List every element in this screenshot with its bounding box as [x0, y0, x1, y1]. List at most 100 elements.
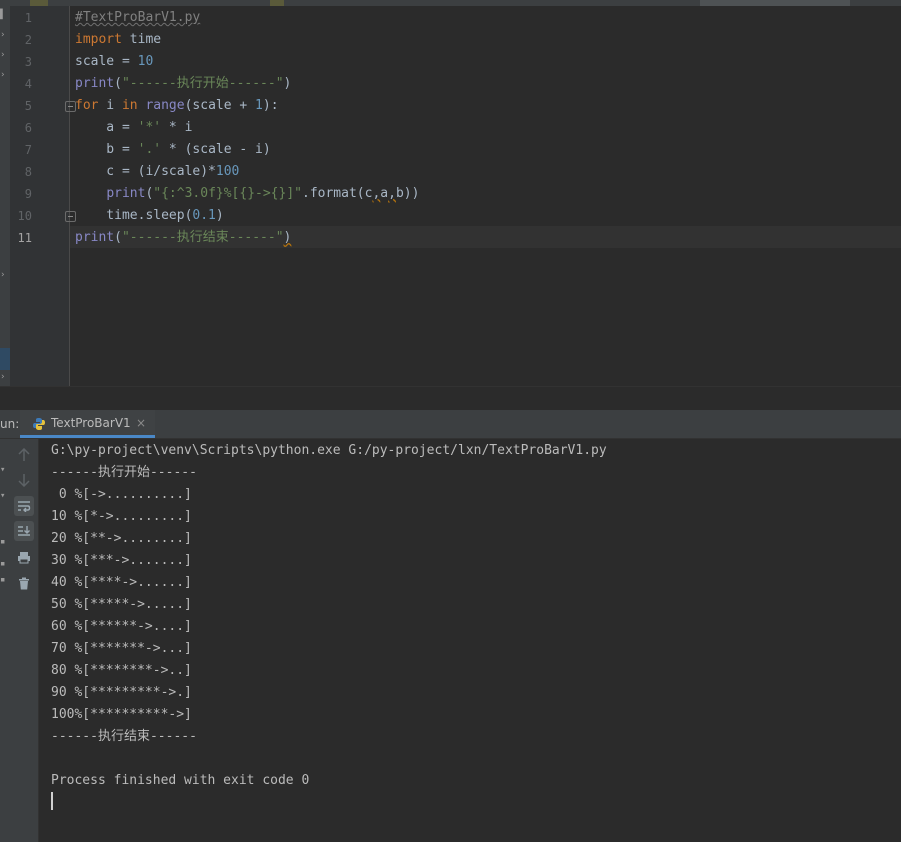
- run-panel-header: un: TextProBarV1 ×: [0, 410, 901, 439]
- code-token: (: [114, 76, 122, 91]
- chevron-icon[interactable]: ›: [0, 372, 10, 382]
- close-icon[interactable]: ×: [136, 410, 146, 436]
- console-line: 90 %[*********->.]: [51, 685, 192, 700]
- fold-marker-icon[interactable]: [65, 101, 76, 112]
- code-token: c = (i/scale)*: [75, 164, 216, 179]
- code-token: (: [114, 230, 122, 245]
- fold-marker-icon[interactable]: [65, 211, 76, 222]
- line-number: 11: [17, 231, 32, 245]
- console-line: G:\py-project\venv\Scripts\python.exe G:…: [51, 443, 607, 458]
- code-token: time.sleep(: [75, 208, 193, 223]
- strip-glyph: ▾: [0, 465, 6, 475]
- code-token: in: [121, 98, 138, 113]
- selected-project-item[interactable]: [0, 348, 10, 370]
- code-line[interactable]: c = (i/scale)*100: [75, 161, 239, 183]
- code-line[interactable]: print("------执行结束------"): [75, 227, 291, 249]
- console-line: 80 %[********->..]: [51, 663, 192, 678]
- strip-glyph: ▌: [0, 10, 6, 20]
- run-console-output[interactable]: G:\py-project\venv\Scripts\python.exe G:…: [39, 439, 901, 842]
- line-number: 10: [17, 209, 32, 223]
- console-line: 0 %[->..........]: [51, 487, 192, 502]
- code-line[interactable]: for i in range(scale + 1):: [75, 95, 279, 117]
- code-token: ): [283, 230, 292, 245]
- console-line: 50 %[*****->.....]: [51, 597, 192, 612]
- code-line[interactable]: import time: [75, 29, 161, 51]
- left-tool-strip: ▌ › › › › ›: [0, 6, 10, 410]
- run-toolbar: ▾ ▾ ▪ ▪ ▪: [0, 439, 39, 842]
- code-token: range: [145, 98, 185, 113]
- console-line: ------执行结束------: [51, 729, 197, 744]
- console-line: 10 %[*->.........]: [51, 509, 192, 524]
- code-token: '*': [137, 120, 162, 135]
- chevron-icon[interactable]: ›: [0, 270, 10, 280]
- code-token: (scale +: [184, 98, 256, 113]
- soft-wrap-icon[interactable]: [14, 496, 34, 516]
- console-line: 20 %[**->........]: [51, 531, 192, 546]
- code-token: "------执行结束------": [121, 230, 284, 245]
- chevron-icon[interactable]: ›: [0, 50, 10, 60]
- console-line: 70 %[*******->...]: [51, 641, 192, 656]
- code-line[interactable]: print("{:^3.0f}%[{}->{}]".format(c,a,b)): [75, 183, 419, 205]
- code-token: ):: [262, 98, 279, 113]
- trash-icon[interactable]: [14, 573, 34, 593]
- code-token: a =: [75, 120, 138, 135]
- line-number-gutter: 1 2 3 4 5 6 7 8 9 10 11: [10, 6, 70, 386]
- scroll-to-end-icon[interactable]: [14, 521, 34, 541]
- strip-glyph: ▪: [0, 537, 6, 547]
- code-token: import: [75, 32, 122, 47]
- console-line: 60 %[******->....]: [51, 619, 192, 634]
- code-token: #TextProBarV1.py: [75, 10, 201, 25]
- code-token: b =: [75, 142, 138, 157]
- code-token: 100: [215, 164, 240, 179]
- code-token: ,: [388, 186, 396, 201]
- code-token: a: [380, 186, 389, 201]
- code-line[interactable]: time.sleep(0.1): [75, 205, 224, 227]
- run-panel-label: un:: [0, 417, 20, 431]
- code-line[interactable]: print("------执行开始------"): [75, 73, 291, 95]
- strip-glyph: ▪: [0, 559, 6, 569]
- line-number: 2: [24, 33, 32, 47]
- line-number: 3: [24, 55, 32, 69]
- code-token: 10: [137, 54, 154, 69]
- code-token: print: [106, 186, 146, 201]
- code-token: 0.1: [192, 208, 216, 223]
- code-line[interactable]: #TextProBarV1.py: [75, 7, 200, 29]
- run-tab-title: TextProBarV1: [51, 416, 131, 430]
- line-number: 5: [24, 99, 32, 113]
- code-token: b)): [395, 186, 420, 201]
- console-line: 100%[**********->]: [51, 707, 192, 722]
- line-number: 9: [24, 187, 32, 201]
- code-token: '.': [137, 142, 162, 157]
- code-line[interactable]: a = '*' * i: [75, 117, 192, 139]
- code-token: i: [98, 98, 122, 113]
- line-number: 7: [24, 143, 32, 157]
- code-token: "------执行开始------": [121, 76, 284, 91]
- print-icon[interactable]: [14, 547, 34, 567]
- code-token: time: [121, 32, 162, 47]
- code-token: * (scale - i): [161, 142, 271, 157]
- run-tab-textprobarv1[interactable]: TextProBarV1 ×: [20, 410, 155, 438]
- code-token: print: [75, 230, 115, 245]
- code-token: 1: [255, 98, 263, 113]
- code-token: print: [75, 76, 115, 91]
- strip-glyph: ▾: [0, 491, 6, 501]
- chevron-icon[interactable]: ›: [0, 30, 10, 40]
- down-arrow-icon[interactable]: [14, 470, 34, 490]
- editor-console-divider[interactable]: [0, 386, 901, 411]
- line-number: 8: [24, 165, 32, 179]
- console-line: Process finished with exit code 0: [51, 773, 310, 788]
- code-token: for: [75, 98, 99, 113]
- code-line[interactable]: b = '.' * (scale - i): [75, 139, 271, 161]
- strip-glyph: ▪: [0, 575, 6, 585]
- code-token: ): [283, 76, 292, 91]
- code-line[interactable]: scale = 10: [75, 51, 153, 73]
- code-token: .format(c: [302, 186, 373, 201]
- code-editor[interactable]: 1 2 3 4 5 6 7 8 9 10 11 #TextProBarV1.py import tim…: [10, 6, 901, 386]
- chevron-icon[interactable]: ›: [0, 70, 10, 80]
- code-token: "{:^3.0f}%[{}->{}]": [153, 186, 302, 201]
- console-line: ------执行开始------: [51, 465, 197, 480]
- console-line: 30 %[***->.......]: [51, 553, 192, 568]
- up-arrow-icon[interactable]: [14, 445, 34, 465]
- code-token: ): [215, 208, 224, 223]
